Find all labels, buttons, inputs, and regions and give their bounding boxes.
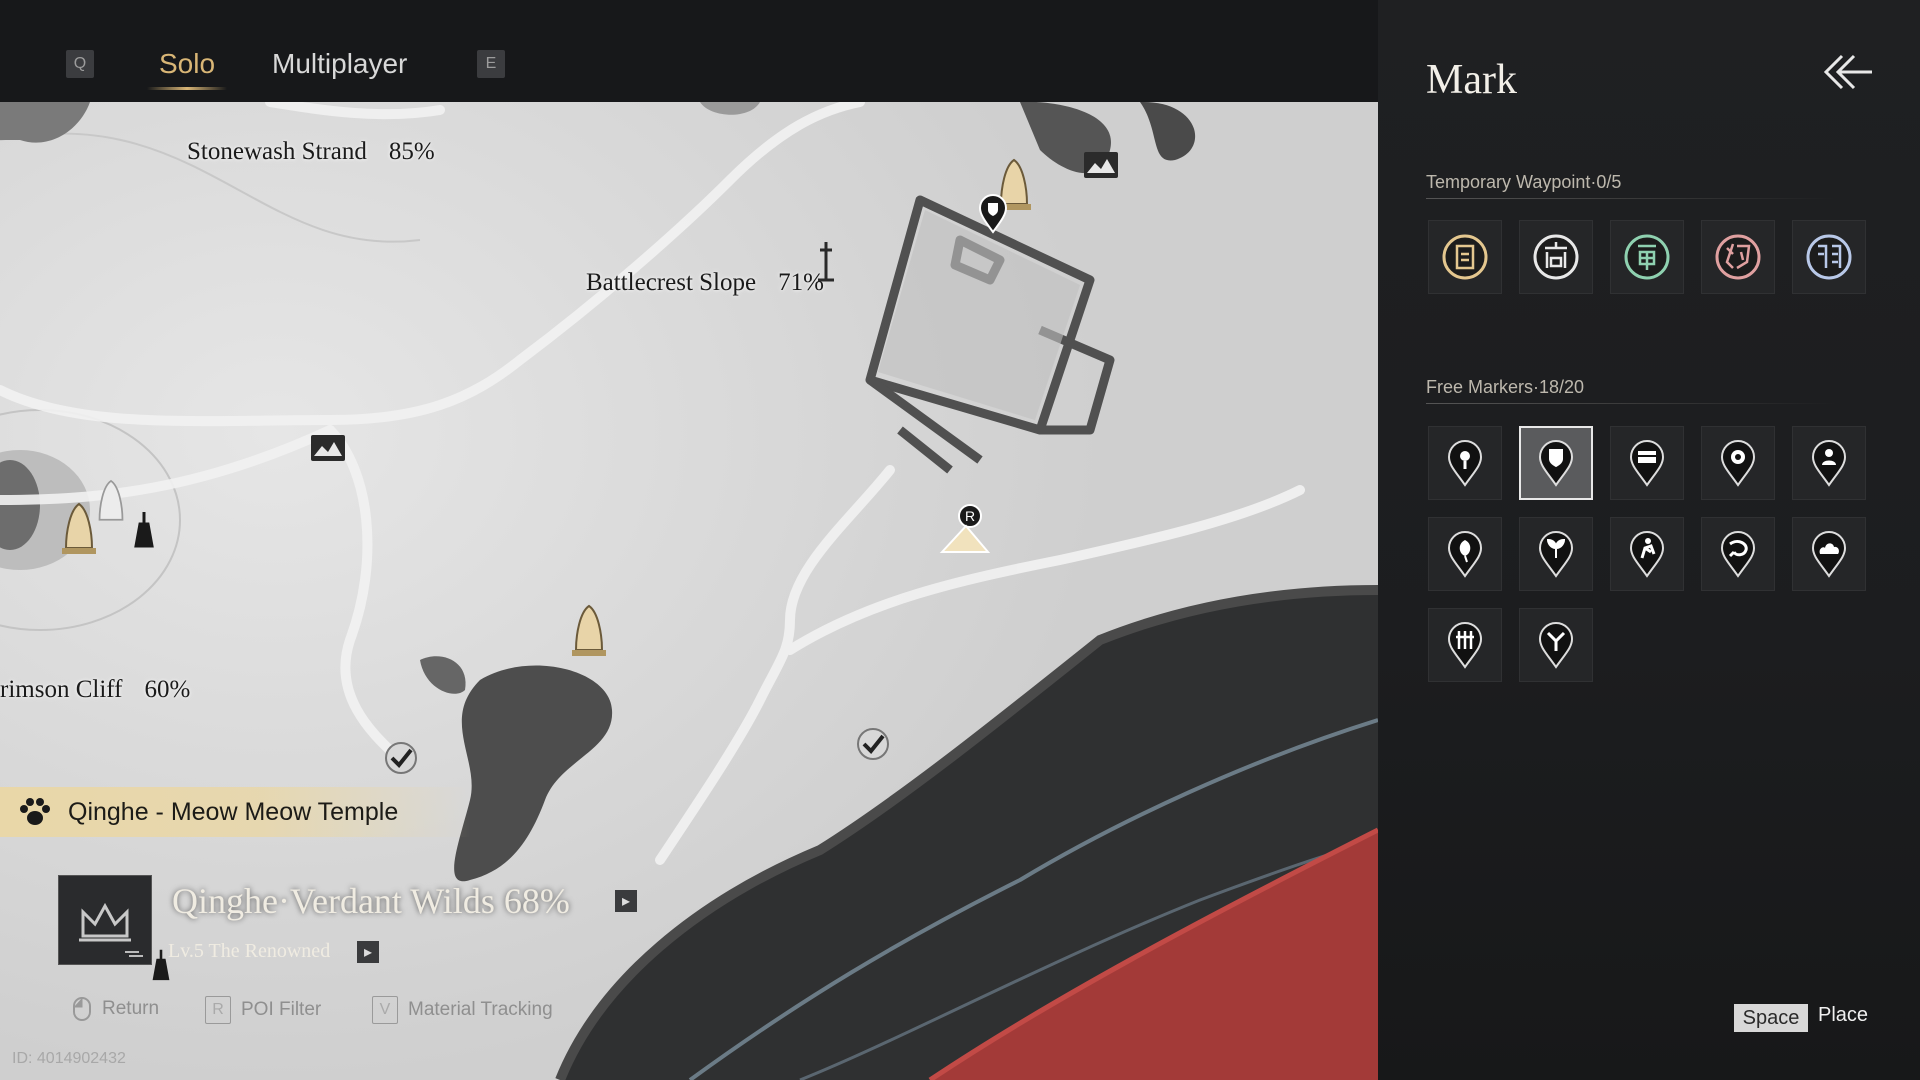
free-marker-slot[interactable]: [1701, 426, 1775, 500]
area-name: Battlecrest Slope: [586, 269, 757, 296]
fish-pin-icon: [1720, 531, 1756, 578]
region-name: Qinghe·Verdant Wilds 68%: [172, 881, 570, 921]
prev-tab-key[interactable]: Q: [66, 50, 94, 78]
area-label-battlecrest: Battlecrest Slope 71%: [586, 269, 824, 297]
space-key[interactable]: Space: [1734, 1004, 1808, 1032]
next-tab-key[interactable]: E: [477, 50, 505, 78]
panel-title: Mark: [1426, 57, 1517, 103]
temporary-waypoint-title: Temporary Waypoint·0/5: [1426, 172, 1622, 192]
renown-details-button[interactable]: ▸: [357, 941, 379, 963]
key-cap: V: [372, 996, 398, 1024]
vista-icon[interactable]: [310, 434, 346, 462]
person-pin-icon: [1811, 440, 1847, 487]
glyph-zhi-icon: [1715, 234, 1761, 280]
player-id: ID: 4014902432: [12, 1050, 126, 1067]
player-arrow-icon: R: [939, 504, 991, 553]
free-marker-slot[interactable]: [1428, 608, 1502, 682]
back-arrow-icon[interactable]: [1818, 50, 1874, 94]
shield-pin-icon: [1538, 440, 1574, 487]
crossed-tools-pin-icon: [1447, 622, 1483, 669]
area-label-crimson-cliff: rimson Cliff 60%: [0, 676, 190, 704]
area-name: rimson Cliff: [0, 676, 123, 703]
region-details-button[interactable]: ▸: [615, 890, 637, 912]
gourd-icon[interactable]: [133, 510, 155, 552]
free-markers-title: Free Markers·18/20: [1426, 377, 1585, 397]
chevron-right-icon: ▸: [621, 893, 631, 910]
cloud-pin-icon: [1811, 531, 1847, 578]
shield-map-marker-icon[interactable]: [978, 194, 1008, 234]
glyph-gong-icon: [1442, 234, 1488, 280]
temp-waypoint-slot[interactable]: [1610, 220, 1684, 294]
free-marker-slot[interactable]: [1701, 517, 1775, 591]
poi-banner-text: Qinghe - Meow Meow Temple: [68, 797, 399, 826]
hint-poi-filter[interactable]: R POI Filter: [205, 996, 321, 1024]
area-percent: 60%: [144, 676, 191, 703]
glyph-jue-icon: [1624, 234, 1670, 280]
tab-multiplayer[interactable]: Multiplayer: [272, 48, 407, 80]
free-marker-slot[interactable]: [1792, 517, 1866, 591]
temp-waypoint-slot[interactable]: [1428, 220, 1502, 294]
pin-location-icon: [1447, 440, 1483, 487]
mark-panel: Mark Temporary Waypoint·0/5 Free Markers…: [1378, 0, 1920, 1080]
sword-grave-icon[interactable]: [814, 240, 838, 284]
free-marker-slot[interactable]: [1519, 517, 1593, 591]
hint-label: Return: [102, 998, 160, 1019]
place-label: Place: [1818, 1004, 1869, 1026]
divider: [1426, 198, 1836, 199]
paw-icon: [20, 798, 50, 825]
glyph-yu-icon: [1806, 234, 1852, 280]
free-marker-slot[interactable]: [1610, 426, 1684, 500]
svg-text:R: R: [965, 508, 975, 524]
chest-pin-icon: [1629, 440, 1665, 487]
crown-mountain-icon: [79, 902, 143, 957]
free-marker-slot[interactable]: [1792, 426, 1866, 500]
free-marker-slot[interactable]: [1519, 608, 1593, 682]
mouse-icon: [73, 997, 91, 1021]
hint-return[interactable]: Return: [72, 996, 159, 1022]
key-cap: R: [205, 996, 231, 1024]
temp-waypoint-slot[interactable]: [1701, 220, 1775, 294]
temp-waypoint-slot[interactable]: [1792, 220, 1866, 294]
hint-material-tracking[interactable]: V Material Tracking: [372, 996, 553, 1024]
hint-label: Material Tracking: [408, 999, 553, 1020]
poi-banner[interactable]: Qinghe - Meow Meow Temple: [0, 787, 470, 837]
completed-check-icon[interactable]: [383, 740, 419, 776]
chevron-right-icon: ▸: [363, 944, 373, 961]
temp-waypoint-slot[interactable]: [1519, 220, 1593, 294]
free-marker-slot[interactable]: [1519, 426, 1593, 500]
leaf-pin-icon: [1447, 531, 1483, 578]
world-map[interactable]: Stonewash Strand 85% Battlecrest Slope 71%…: [0, 0, 1378, 1080]
free-marker-slot[interactable]: [1428, 517, 1502, 591]
fork-pin-icon: [1538, 622, 1574, 669]
free-marker-slot[interactable]: [1610, 517, 1684, 591]
region-level: Lv.5 The Renowned: [168, 940, 331, 962]
monolith-faded-icon[interactable]: [96, 478, 126, 528]
area-percent: 85%: [388, 138, 435, 165]
area-name: Stonewash Strand: [187, 138, 367, 165]
vista-icon[interactable]: [1083, 151, 1119, 179]
fighter-pin-icon: [1629, 531, 1665, 578]
area-label-stonewash: Stonewash Strand 85%: [187, 138, 435, 166]
free-marker-slot[interactable]: [1428, 426, 1502, 500]
sprout-pin-icon: [1538, 531, 1574, 578]
completed-check-icon[interactable]: [855, 726, 891, 762]
mode-tab-bar: Q Solo Multiplayer E: [0, 0, 1378, 102]
tab-solo[interactable]: Solo: [146, 48, 228, 90]
monolith-icon[interactable]: [62, 502, 96, 556]
eye-pin-icon: [1720, 440, 1756, 487]
divider: [1426, 403, 1836, 404]
hint-label: POI Filter: [241, 999, 322, 1020]
monolith-icon[interactable]: [572, 604, 606, 658]
glyph-shang-icon: [1533, 234, 1579, 280]
region-emblem[interactable]: [58, 875, 152, 965]
